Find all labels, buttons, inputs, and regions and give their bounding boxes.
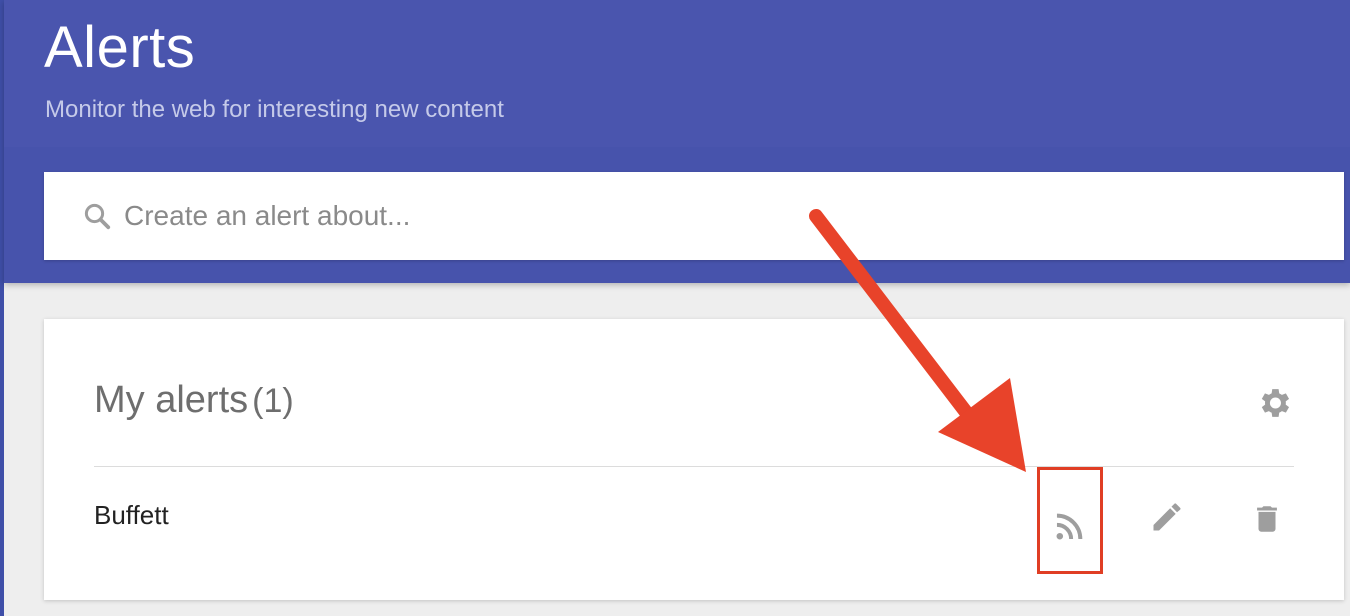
search-box[interactable] (44, 172, 1344, 260)
rss-feed-button[interactable] (1044, 504, 1094, 554)
divider (94, 466, 1294, 467)
delete-alert-button[interactable] (1242, 496, 1292, 546)
my-alerts-title: My alerts (1) (94, 379, 294, 422)
header: Alerts Monitor the web for interesting n… (4, 0, 1350, 283)
pencil-icon (1149, 499, 1185, 540)
search-icon (80, 199, 114, 233)
my-alerts-label: My alerts (94, 379, 249, 421)
gear-icon (1255, 384, 1293, 427)
alert-name[interactable]: Buffett (94, 500, 169, 531)
alert-row[interactable]: Buffett (94, 484, 1294, 554)
search-input[interactable] (124, 186, 1274, 246)
trash-icon (1250, 502, 1284, 541)
rss-icon (1052, 510, 1086, 549)
settings-button[interactable] (1254, 385, 1294, 425)
edit-alert-button[interactable] (1142, 494, 1192, 544)
app-subtitle: Monitor the web for interesting new cont… (45, 96, 504, 123)
app-title: Alerts (44, 15, 196, 80)
my-alerts-count: (1) (252, 382, 294, 420)
my-alerts-card: My alerts (1) Buffett (44, 319, 1344, 600)
